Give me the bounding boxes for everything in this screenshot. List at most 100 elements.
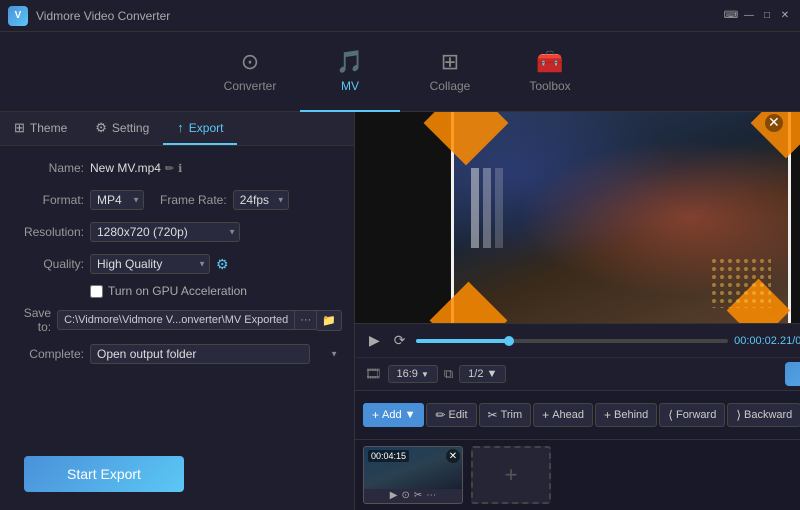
sub-tabs: ⊞ Theme ⚙ Setting ↑ Export [0, 112, 354, 146]
frame-rate-select[interactable]: 24fps 25fps 30fps [233, 190, 289, 210]
add-clip-button[interactable]: + [471, 446, 551, 504]
tab-toolbox[interactable]: 🧰 Toolbox [500, 32, 600, 112]
behind-button[interactable]: + Behind [595, 403, 657, 427]
forward-icon: ⟨ [668, 408, 673, 422]
add-icon: + [372, 408, 379, 422]
add-clip-icon: + [505, 462, 518, 488]
quality-gear-icon[interactable]: ⚙ [216, 256, 229, 273]
complete-select[interactable]: Open output folder Do nothing Shut down [90, 344, 310, 364]
trim-icon: ✂ [488, 408, 498, 422]
clip-controls: ▶ ⊙ ✂ ⋯ [364, 490, 462, 501]
converter-label: Converter [224, 79, 277, 93]
nav-tabs: ⊙ Converter 🎵 MV ⊞ Collage 🧰 Toolbox [0, 32, 800, 112]
resolution-label: Resolution: [12, 225, 84, 239]
collage-icon: ⊞ [441, 49, 459, 75]
clip-loop-icon: ⊙ [401, 490, 409, 501]
add-label: Add [382, 409, 402, 421]
save-row: Save to: C:\Vidmore\Vidmore V...onverter… [12, 306, 342, 334]
clip-trim-icon: ✂ [414, 490, 422, 501]
edit-label: Edit [449, 409, 468, 421]
keyboard-btn[interactable]: ⌨ [724, 9, 738, 23]
page-label: 1/2 [468, 368, 483, 380]
collage-label: Collage [430, 79, 471, 93]
toolbox-label: Toolbox [529, 79, 570, 93]
main-layout: ⊞ Theme ⚙ Setting ↑ Export Name: New MV.… [0, 112, 800, 510]
clip-play-icon: ▶ [390, 490, 398, 501]
window-controls: ⌨ — □ ✕ [724, 9, 792, 23]
quality-row: Quality: High Quality Medium Quality Low… [12, 252, 342, 276]
app-icon: V [8, 6, 28, 26]
frame-rate-select-wrapper: 24fps 25fps 30fps [233, 190, 289, 210]
format-select[interactable]: MP4 AVI MOV [90, 190, 144, 210]
aspect-ratio-btn[interactable]: 16:9 ▼ [388, 365, 438, 383]
play-button[interactable]: ▶ [365, 330, 384, 351]
page-indicator-btn[interactable]: 1/2 ▼ [459, 365, 506, 383]
name-text: New MV.mp4 [90, 161, 161, 175]
close-btn[interactable]: ✕ [778, 9, 792, 23]
resolution-select-wrapper: 1280x720 (720p) 1920x1080 (1080p) 854x48… [90, 222, 240, 242]
quality-label: Quality: [12, 257, 84, 271]
ahead-icon: + [542, 408, 549, 422]
save-to-label: Save to: [12, 306, 51, 334]
loop-button[interactable]: ⟳ [390, 330, 410, 351]
sub-tab-setting[interactable]: ⚙ Setting [81, 112, 163, 145]
sub-tab-export[interactable]: ↑ Export [163, 112, 237, 145]
clip-close-btn[interactable]: ✕ [446, 449, 460, 463]
restore-btn[interactable]: □ [760, 9, 774, 23]
name-value: New MV.mp4 ✏ ℹ [90, 161, 182, 175]
ahead-label: Ahead [552, 409, 584, 421]
timeline-area: + Add ▼ ✏ Edit ✂ Trim + Ahead + [355, 390, 800, 510]
gpu-checkbox[interactable] [90, 285, 103, 298]
time-current: 00:00:02.21 [734, 335, 792, 347]
mv-icon: 🎵 [336, 49, 363, 75]
save-path-text: C:\Vidmore\Vidmore V...onverter\MV Expor… [57, 310, 295, 330]
folder-btn[interactable]: 📁 [317, 310, 342, 331]
title-bar: V Vidmore Video Converter ⌨ — □ ✕ [0, 0, 800, 32]
quality-select-wrapper: High Quality Medium Quality Low Quality [90, 254, 210, 274]
forward-button[interactable]: ⟨ Forward [659, 403, 725, 427]
progress-fill [416, 339, 510, 343]
resolution-row: Resolution: 1280x720 (720p) 1920x1080 (1… [12, 220, 342, 244]
toolbox-icon: 🧰 [536, 49, 563, 75]
start-export-container: Start Export [0, 444, 354, 510]
browse-btn[interactable]: ··· [295, 310, 317, 330]
trim-button[interactable]: ✂ Trim [479, 403, 532, 427]
film-icon: 🎞 [365, 366, 382, 382]
name-row: Name: New MV.mp4 ✏ ℹ [12, 156, 342, 180]
frame-rate-label: Frame Rate: [160, 193, 227, 207]
page-arrow: ▼ [486, 368, 497, 380]
clip-item[interactable]: 00:04:15 ✕ ▶ ⊙ ✂ ⋯ [363, 446, 463, 504]
trim-label: Trim [501, 409, 523, 421]
setting-label: Setting [112, 121, 149, 135]
converter-icon: ⊙ [241, 49, 259, 75]
theme-label: Theme [30, 121, 67, 135]
behind-icon: + [604, 408, 611, 422]
edit-button[interactable]: ✏ Edit [426, 403, 476, 427]
setting-icon: ⚙ [95, 120, 107, 136]
backward-button[interactable]: ⟩ Backward [727, 403, 800, 427]
minimize-btn[interactable]: — [742, 9, 756, 23]
tab-converter[interactable]: ⊙ Converter [200, 32, 300, 112]
info-icon[interactable]: ℹ [178, 162, 182, 175]
progress-bar[interactable] [416, 339, 729, 343]
ahead-button[interactable]: + Ahead [533, 403, 593, 427]
complete-row: Complete: Open output folder Do nothing … [12, 342, 342, 366]
video-close-btn[interactable]: ✕ [765, 114, 783, 132]
forward-label: Forward [676, 409, 716, 421]
gpu-row: Turn on GPU Acceleration [12, 284, 342, 298]
backward-label: Backward [744, 409, 792, 421]
quality-select[interactable]: High Quality Medium Quality Low Quality [90, 254, 210, 274]
tab-collage[interactable]: ⊞ Collage [400, 32, 500, 112]
mv-label: MV [341, 79, 359, 93]
format-label: Format: [12, 193, 84, 207]
start-export-main-button[interactable]: Start Export [24, 456, 184, 492]
sub-tab-theme[interactable]: ⊞ Theme [0, 112, 81, 145]
start-export-button[interactable]: Start Export [785, 362, 800, 386]
export-icon: ↑ [177, 120, 184, 135]
edit-icon[interactable]: ✏ [165, 162, 174, 175]
ratio-arrow: ▼ [421, 370, 429, 379]
add-button[interactable]: + Add ▼ [363, 403, 424, 427]
tab-mv[interactable]: 🎵 MV [300, 32, 400, 112]
right-panel: ✕ ▶ ⟳ 00:00:02.21/00:04:15.12 🔊 🎞 [355, 112, 800, 510]
resolution-select[interactable]: 1280x720 (720p) 1920x1080 (1080p) 854x48… [90, 222, 240, 242]
